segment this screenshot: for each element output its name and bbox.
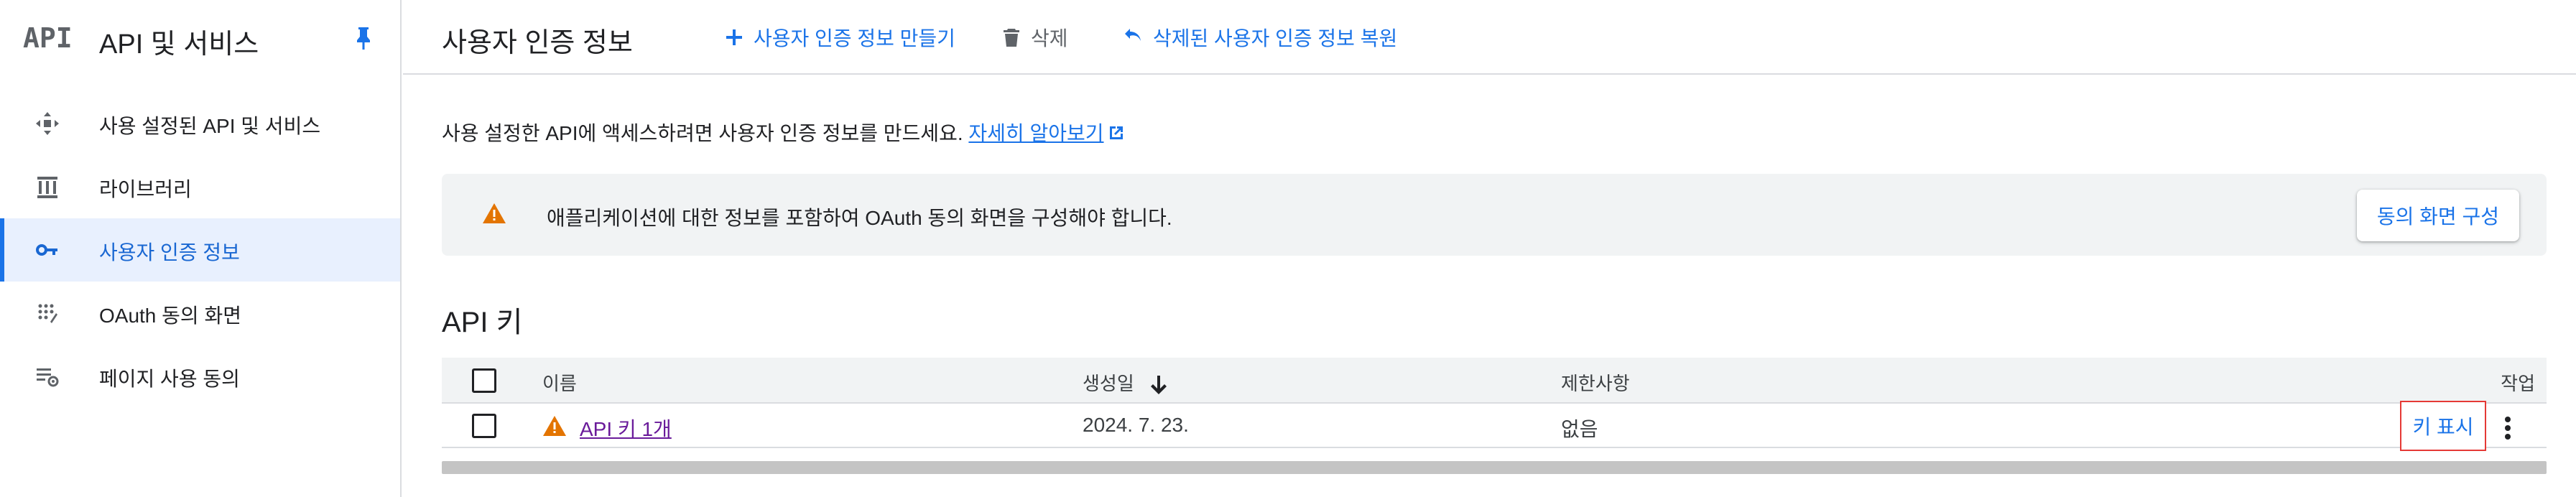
create-credentials-label: 사용자 인증 정보 만들기 <box>754 27 955 50</box>
svg-text:API: API <box>23 22 73 53</box>
restore-deleted-label: 삭제된 사용자 인증 정보 복원 <box>1153 27 1398 50</box>
warning-icon <box>543 416 566 436</box>
external-link-icon[interactable] <box>1107 124 1126 142</box>
column-header-created[interactable]: 생성일 <box>1083 369 1170 396</box>
sidebar-item-credentials[interactable]: 사용자 인증 정보 <box>0 218 400 282</box>
horizontal-scrollbar[interactable] <box>442 461 2547 474</box>
row-checkbox[interactable] <box>472 414 496 438</box>
show-key-button[interactable]: 키 표시 <box>2400 401 2486 451</box>
page-settings-icon <box>37 368 59 387</box>
table-row: API 키 1개 2024. 7. 23. 없음 키 표시 <box>442 401 2547 451</box>
sidebar-item-label: 사용 설정된 API 및 서비스 <box>99 115 321 137</box>
restore-deleted-button[interactable]: 삭제된 사용자 인증 정보 복원 <box>1123 23 1397 52</box>
api-keys-table: 이름 생성일 제한사항 작업 API 키 1개 2024. 7. 23. 없음 … <box>442 358 2547 451</box>
column-header-name[interactable]: 이름 <box>542 369 577 396</box>
sidebar-title: API 및 서비스 <box>99 29 259 60</box>
undo-icon <box>1125 29 1141 41</box>
sidebar-item-page-settings[interactable]: 페이지 사용 동의 <box>0 345 400 408</box>
api-key-name-link[interactable]: API 키 1개 <box>580 414 672 442</box>
banner-message: 애플리케이션에 대한 정보를 포함하여 OAuth 동의 화면을 구성해야 합니… <box>547 207 1172 229</box>
column-header-restrictions[interactable]: 제한사항 <box>1561 369 1630 396</box>
library-icon <box>37 177 57 198</box>
intro-message: 사용 설정한 API에 액세스하려면 사용자 인증 정보를 만드세요. <box>442 122 963 144</box>
intro-text: 사용 설정한 API에 액세스하려면 사용자 인증 정보를 만드세요. 자세히 … <box>442 118 1126 147</box>
select-all-checkbox[interactable] <box>472 368 496 393</box>
oauth-consent-icon <box>38 304 57 323</box>
sidebar-item-label: OAuth 동의 화면 <box>99 305 241 327</box>
api-logo-icon: API <box>23 22 73 53</box>
sidebar-item-label: 사용자 인증 정보 <box>99 241 240 264</box>
sidebar-item-library[interactable]: 라이브러리 <box>0 155 400 218</box>
column-header-created-label: 생성일 <box>1083 373 1134 394</box>
sidebar-item-enabled-apis[interactable]: 사용 설정된 API 및 서비스 <box>0 92 400 155</box>
sidebar-item-label: 페이지 사용 동의 <box>99 368 240 390</box>
created-date-cell: 2024. 7. 23. <box>1083 414 1189 436</box>
delete-label: 삭제 <box>1031 27 1068 50</box>
consent-warning-banner: 애플리케이션에 대한 정보를 포함하여 OAuth 동의 화면을 구성해야 합니… <box>442 174 2547 256</box>
enabled-apis-icon <box>36 112 59 135</box>
sidebar-header: API API 및 서비스 <box>0 0 400 75</box>
plus-icon <box>726 29 742 45</box>
more-vert-icon[interactable] <box>2501 414 2515 442</box>
key-icon <box>36 244 57 256</box>
page-header: 사용자 인증 정보 사용자 인증 정보 만들기 삭제 삭제된 사용자 인증 정보… <box>403 0 2576 75</box>
delete-button[interactable]: 삭제 <box>1001 23 1068 52</box>
sidebar-nav: 사용 설정된 API 및 서비스 라이브러리 사용자 인증 정보 OAuth 동… <box>0 92 400 408</box>
warning-icon <box>483 203 506 223</box>
column-header-actions: 작업 <box>2501 373 2535 394</box>
create-credentials-button[interactable]: 사용자 인증 정보 만들기 <box>723 23 955 52</box>
restrictions-cell: 없음 <box>1561 418 1598 440</box>
configure-consent-screen-button[interactable]: 동의 화면 구성 <box>2356 190 2519 241</box>
sidebar-item-oauth-consent[interactable]: OAuth 동의 화면 <box>0 282 400 345</box>
table-header: 이름 생성일 제한사항 작업 <box>442 358 2547 404</box>
trash-icon <box>1004 29 1019 47</box>
api-keys-section-title: API 키 <box>442 307 523 338</box>
sort-arrow-down-icon[interactable] <box>1147 373 1170 396</box>
sidebar: API API 및 서비스 사용 설정된 API 및 서비스 라이브러리 사용자… <box>0 0 402 497</box>
sidebar-item-label: 라이브러리 <box>99 178 192 200</box>
page-title: 사용자 인증 정보 <box>442 28 633 58</box>
learn-more-link[interactable]: 자세히 알아보기 <box>968 122 1103 144</box>
pin-icon[interactable] <box>355 26 372 50</box>
